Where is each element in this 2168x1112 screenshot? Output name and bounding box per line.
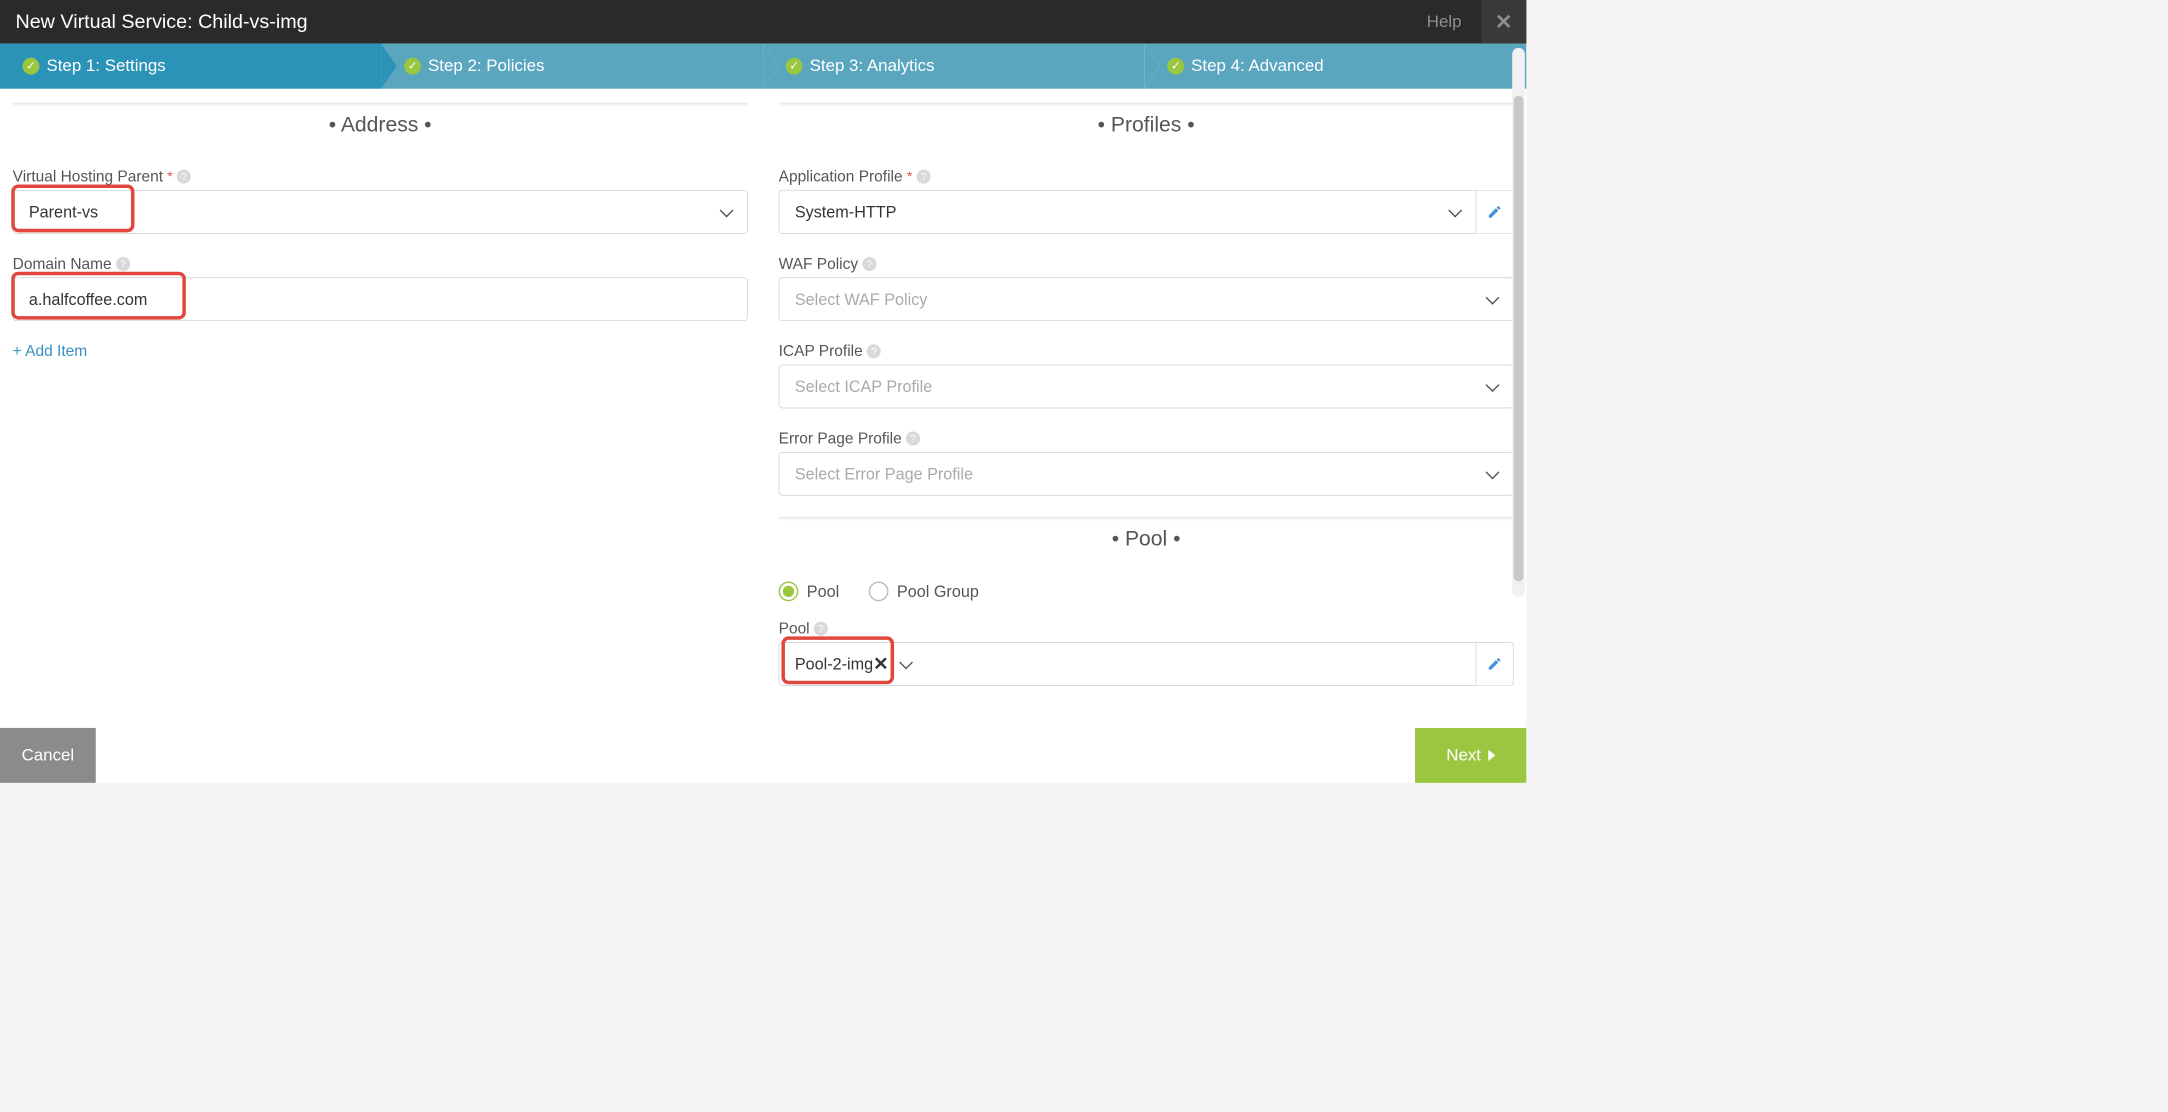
- virtual-hosting-parent-select[interactable]: Parent-vs: [13, 190, 748, 234]
- help-link[interactable]: Help: [1427, 12, 1462, 32]
- chevron-down-icon: [1450, 208, 1460, 215]
- domain-name-label: Domain Name ?: [13, 255, 748, 273]
- error-page-profile-label: Error Page Profile ?: [779, 429, 1514, 447]
- modal-title: New Virtual Service: Child-vs-img: [15, 11, 307, 34]
- scrollbar-thumb[interactable]: [1514, 96, 1524, 582]
- section-header-pool: • Pool •: [779, 517, 1514, 562]
- help-icon[interactable]: ?: [906, 432, 920, 446]
- icap-profile-select[interactable]: Select ICAP Profile: [779, 365, 1514, 409]
- pool-group-radio[interactable]: Pool Group: [869, 582, 979, 602]
- chevron-down-icon: [722, 208, 732, 215]
- address-column: • Address • Virtual Hosting Parent* ? Pa…: [13, 103, 748, 728]
- section-header-address: • Address •: [13, 103, 748, 148]
- step-policies[interactable]: ✓ Step 2: Policies: [382, 44, 764, 89]
- help-icon[interactable]: ?: [917, 170, 931, 184]
- check-icon: ✓: [786, 58, 803, 75]
- close-icon[interactable]: ✕: [1481, 0, 1526, 44]
- help-icon[interactable]: ?: [814, 622, 828, 636]
- modal-footer: Cancel Next: [0, 728, 1526, 783]
- scrollbar[interactable]: [1512, 89, 1525, 597]
- check-icon: ✓: [1167, 58, 1184, 75]
- clear-icon[interactable]: ✕: [873, 653, 888, 675]
- pencil-icon: [1487, 656, 1502, 671]
- wizard-steps: ✓ Step 1: Settings ✓ Step 2: Policies ✓ …: [0, 44, 1526, 89]
- waf-policy-label: WAF Policy ?: [779, 255, 1514, 273]
- chevron-down-icon: [1488, 296, 1498, 303]
- virtual-hosting-parent-label: Virtual Hosting Parent* ?: [13, 168, 748, 186]
- pool-label: Pool ?: [779, 620, 1514, 638]
- chevron-down-icon: [1488, 470, 1498, 477]
- check-icon: ✓: [23, 58, 40, 75]
- title-bar: New Virtual Service: Child-vs-img Help ✕: [0, 0, 1526, 44]
- arrow-right-icon: [1488, 750, 1495, 761]
- section-header-profiles: • Profiles •: [779, 103, 1514, 148]
- help-icon[interactable]: ?: [116, 257, 130, 271]
- edit-application-profile-button[interactable]: [1476, 190, 1513, 234]
- application-profile-label: Application Profile* ?: [779, 168, 1514, 186]
- step-label: Step 1: Settings: [46, 56, 165, 76]
- step-label: Step 2: Policies: [428, 56, 544, 76]
- help-icon[interactable]: ?: [177, 170, 191, 184]
- modal-body: • Address • Virtual Hosting Parent* ? Pa…: [0, 89, 1526, 728]
- step-analytics[interactable]: ✓ Step 3: Analytics: [763, 44, 1145, 89]
- error-page-profile-select[interactable]: Select Error Page Profile: [779, 452, 1514, 496]
- help-icon[interactable]: ?: [862, 257, 876, 271]
- virtual-service-modal: New Virtual Service: Child-vs-img Help ✕…: [0, 0, 1526, 783]
- cancel-button[interactable]: Cancel: [0, 728, 96, 783]
- step-label: Step 4: Advanced: [1191, 56, 1323, 76]
- domain-name-input[interactable]: a.halfcoffee.com: [13, 277, 748, 321]
- icap-profile-label: ICAP Profile ?: [779, 342, 1514, 360]
- help-icon[interactable]: ?: [867, 344, 881, 358]
- check-icon: ✓: [404, 58, 421, 75]
- waf-policy-select[interactable]: Select WAF Policy: [779, 277, 1514, 321]
- add-item-link[interactable]: + Add Item: [13, 342, 748, 360]
- pool-radio[interactable]: Pool: [779, 582, 840, 602]
- required-icon: *: [907, 169, 912, 185]
- edit-pool-button[interactable]: [1476, 642, 1513, 686]
- step-label: Step 3: Analytics: [810, 56, 935, 76]
- chevron-down-icon: [1488, 383, 1498, 390]
- application-profile-select[interactable]: System-HTTP: [779, 190, 1477, 234]
- required-icon: *: [167, 169, 172, 185]
- step-advanced[interactable]: ✓ Step 4: Advanced: [1145, 44, 1527, 89]
- profiles-column: • Profiles • Application Profile* ? Syst…: [779, 103, 1514, 728]
- pencil-icon: [1487, 204, 1502, 219]
- chevron-down-icon: [901, 660, 911, 667]
- step-settings[interactable]: ✓ Step 1: Settings: [0, 44, 382, 89]
- next-button[interactable]: Next: [1415, 728, 1526, 783]
- pool-select[interactable]: Pool-2-img ✕: [779, 642, 1477, 686]
